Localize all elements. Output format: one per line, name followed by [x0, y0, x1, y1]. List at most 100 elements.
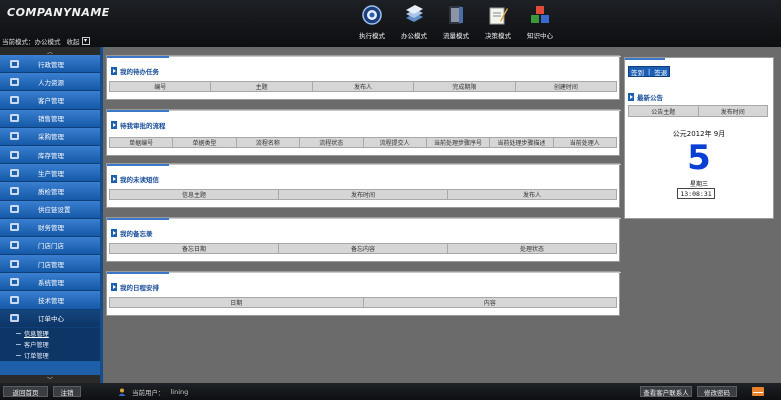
table-header: 单据编号 单据类型 流程名称 流程状态 流程提交人 当前处理步骤序号 当前处理步骤描述 当前处…: [109, 137, 617, 148]
sidebar-submenu: 信息管理客户管理订单管理: [0, 327, 100, 361]
sidebar-item-label: 生产管理: [38, 169, 64, 178]
user-icon: [118, 388, 126, 396]
checkout-button[interactable]: 签退: [652, 67, 669, 77]
panel-title: 我的待办任务: [120, 68, 159, 76]
sidebar-item[interactable]: 生产管理: [0, 164, 100, 183]
nav-label: 流量模式: [443, 32, 469, 40]
sidebar-item[interactable]: 库存管理: [0, 145, 100, 165]
sidebar-edge: [100, 47, 103, 383]
person-icon: [8, 76, 21, 87]
sidebar-subitem-label: 信息管理: [24, 330, 49, 338]
sidebar-item[interactable]: 质检管理: [0, 182, 100, 201]
clipboard-icon: [8, 94, 21, 105]
sidebar-item[interactable]: 客户管理: [0, 91, 100, 110]
mode-row: 当前模式： 办公模式 收起 ▾: [0, 34, 110, 47]
panel-title: 我的备忘录: [120, 230, 153, 238]
sidebar-item[interactable]: 供应链设置: [0, 200, 100, 219]
column-header: 单据类型: [173, 138, 237, 147]
sidebar-subitem-label: 订单管理: [24, 352, 49, 360]
nav-label: 办公模式: [401, 32, 427, 40]
sidebar-item[interactable]: 技术管理: [0, 291, 100, 310]
notice-table-header: 公告主题 发布时间: [628, 105, 768, 117]
checkin-button[interactable]: 签到: [629, 67, 646, 77]
nav-flow-mode[interactable]: 流量模式: [440, 4, 472, 40]
column-header: 处理状态: [519, 246, 544, 253]
column-header: 主题: [211, 82, 313, 91]
logout-button[interactable]: 注销: [53, 386, 81, 397]
notice-title: 最新公告: [637, 94, 663, 102]
sidebar-item[interactable]: 门店管理: [0, 255, 100, 274]
current-user-label: 当前用户：: [132, 388, 165, 397]
panel-memos: 我的备忘录 备忘日期 备忘内容 处理状态: [106, 217, 621, 262]
money-icon: [8, 222, 21, 233]
nav-execute-mode[interactable]: 执行模式: [356, 4, 388, 40]
column-header: 公告主题: [629, 106, 699, 116]
sidebar-item-label: 行政管理: [38, 60, 64, 69]
people-icon: [8, 58, 21, 69]
sidebar-scroll-down-button[interactable]: ﹀: [0, 375, 100, 384]
column-header: 创建时间: [553, 84, 578, 91]
factory-icon: [8, 167, 21, 178]
change-password-button[interactable]: 修改密码: [697, 386, 737, 397]
column-header: 当前处理步骤序号: [427, 138, 491, 147]
sidebar-subitem-label: 客户管理: [24, 341, 49, 349]
panel-my-tasks: 我的待办任务 编号 主题 发布人 完成期限 创建时间: [106, 55, 621, 100]
dash-icon: [16, 354, 21, 356]
sidebar-item[interactable]: 系统管理: [0, 273, 100, 292]
company-logo: COMPANYNAME: [7, 6, 110, 19]
sidebar-subitem[interactable]: 信息管理: [0, 327, 100, 339]
current-user-name: lining: [170, 387, 189, 396]
sidebar-item[interactable]: 采购管理: [0, 127, 100, 146]
column-header: 流程提交人: [364, 138, 427, 147]
sidebar-item-label: 质检管理: [38, 187, 64, 196]
clock-globe-icon: [361, 4, 383, 26]
sidebar-item[interactable]: 行政管理: [0, 55, 100, 74]
home-button[interactable]: 返回首页: [3, 386, 48, 397]
colored-cubes-icon: [529, 4, 551, 26]
collapse-toggle-button[interactable]: ▾: [81, 36, 90, 45]
table-header: 编号 主题 发布人 完成期限 创建时间: [109, 81, 617, 92]
sidebar-item[interactable]: 财务管理: [0, 218, 100, 237]
sidebar-item[interactable]: 人力资源: [0, 73, 100, 92]
current-user: 当前用户： lining: [118, 386, 188, 397]
arrow-icon: [111, 121, 117, 129]
mail-icon[interactable]: [752, 387, 764, 396]
mode-label: 当前模式：: [2, 37, 35, 46]
column-header: 内容: [483, 300, 496, 307]
sidebar-item-label: 客户管理: [38, 96, 64, 105]
signing-pen-icon: [487, 4, 509, 26]
link-icon: [8, 204, 21, 215]
nav-label: 执行模式: [359, 32, 385, 40]
warehouse-icon: [8, 149, 21, 160]
sidebar-scroll-up-button[interactable]: ︿: [0, 47, 100, 56]
order-icon: [8, 313, 21, 324]
sidebar-item-label: 门店门店: [38, 242, 64, 251]
sidebar-item[interactable]: 销售管理: [0, 109, 100, 128]
panel-title: 待我审批的流程: [120, 122, 166, 130]
truck-icon: [8, 131, 21, 142]
column-header: 流程状态: [300, 138, 364, 147]
sidebar-subitem[interactable]: 订单管理: [0, 349, 100, 361]
nav-knowledge-center[interactable]: 知识中心: [524, 4, 556, 40]
view-contacts-button[interactable]: 查看客户联系人: [640, 386, 692, 397]
dash-icon: [16, 332, 21, 334]
sidebar-item-label: 门店管理: [38, 260, 64, 269]
nav-decision-mode[interactable]: 决策模式: [482, 4, 514, 40]
table-header: 日期 内容: [109, 297, 617, 308]
sidebar-item[interactable]: 门店门店: [0, 236, 100, 256]
column-header: 发布时间: [279, 190, 448, 199]
document-stack-icon: [403, 4, 425, 26]
table-header: 备忘日期 备忘内容 处理状态: [109, 243, 617, 254]
arrow-icon: [111, 283, 117, 291]
sidebar: ︿ 行政管理 人力资源 客户管理 销售管理 采购管理 库存管理 生产管理 质检管理 供应链设置财…: [0, 47, 100, 384]
nav-office-mode[interactable]: 办公模式: [398, 4, 430, 40]
column-header: 流程名称: [237, 138, 301, 147]
sidebar-item-label: 人力资源: [38, 78, 64, 87]
arrow-icon: [628, 93, 634, 101]
sidebar-subitem[interactable]: 客户管理: [0, 338, 100, 350]
sidebar-item-label: 财务管理: [38, 224, 64, 233]
shop-icon: [8, 258, 21, 269]
sidebar-item[interactable]: 订单中心: [0, 309, 100, 328]
collapse-link[interactable]: 收起: [67, 36, 80, 46]
sidebar-item-label: 库存管理: [38, 151, 64, 160]
